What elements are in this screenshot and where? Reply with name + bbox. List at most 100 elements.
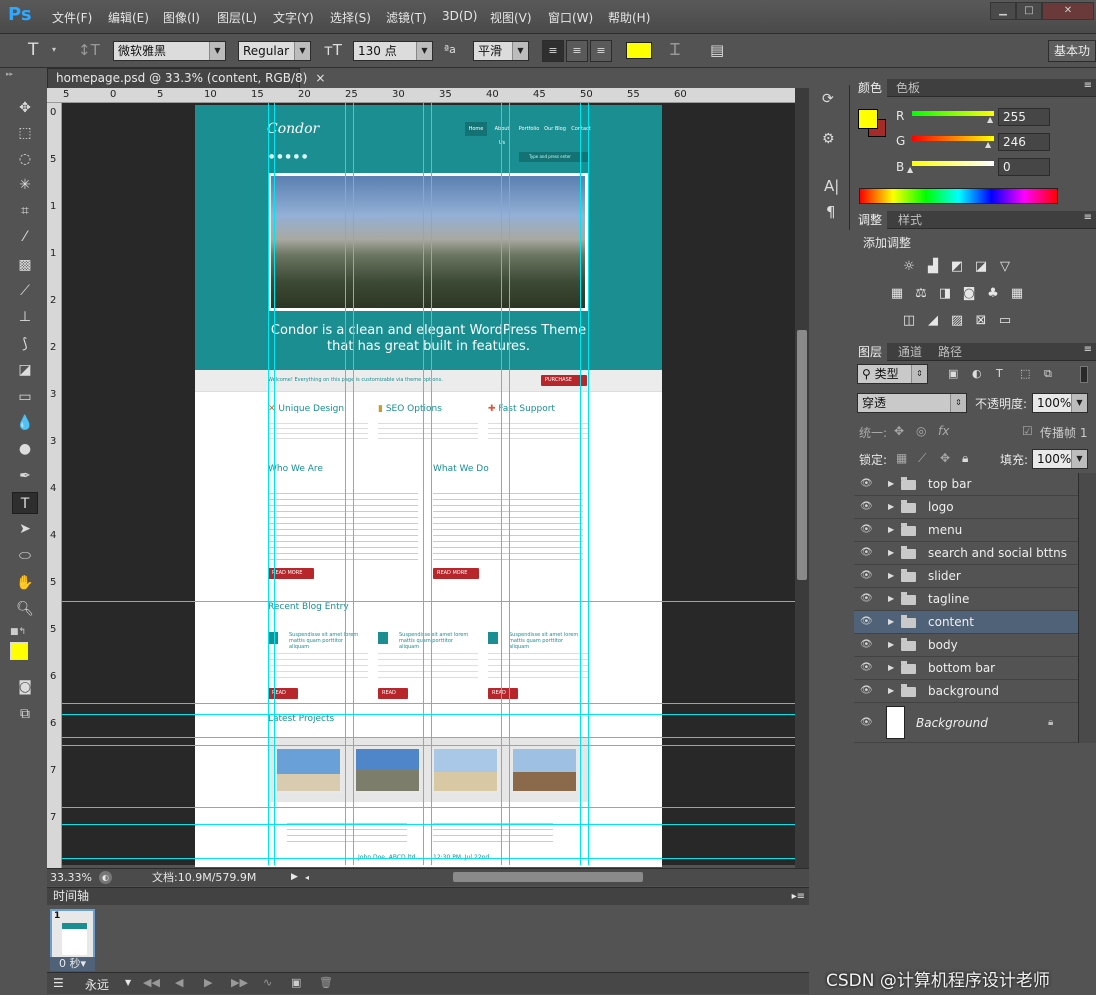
- toolbar-grip[interactable]: ▸▸: [6, 70, 46, 78]
- panel-menu-icon[interactable]: ▸≡: [792, 888, 805, 905]
- foreground-color-swatch[interactable]: [10, 642, 28, 660]
- close-button[interactable]: ✕: [1042, 2, 1094, 20]
- antialias-select[interactable]: 平滑 ▼: [473, 41, 529, 61]
- document-tab[interactable]: homepage.psd @ 33.3% (content, RGB/8) ×: [47, 68, 325, 88]
- zoom-level[interactable]: 33.33%: [50, 869, 92, 886]
- opacity-input[interactable]: 100% ▼: [1032, 393, 1088, 413]
- eye-icon[interactable]: 👁︎: [860, 496, 874, 518]
- screen-mode-icon[interactable]: ⧉: [12, 703, 38, 725]
- chevron-down-icon[interactable]: ▾: [52, 45, 56, 54]
- background-layer-row[interactable]: 👁︎ Background 🔒︎: [854, 703, 1078, 743]
- color-lookup-icon[interactable]: ▦: [1008, 286, 1026, 302]
- layer-group-row[interactable]: 👁︎ ▶ search and social bttns: [854, 542, 1078, 565]
- brush-tool-icon[interactable]: ⟋: [12, 280, 38, 302]
- filter-adjustment-icon[interactable]: ◐: [972, 367, 982, 380]
- lock-all-icon[interactable]: 🔒︎: [962, 451, 968, 466]
- filter-toggle[interactable]: [1080, 366, 1088, 383]
- eye-icon[interactable]: 👁︎: [860, 473, 874, 495]
- menu-window[interactable]: 窗口(W): [548, 9, 593, 26]
- vertical-scroll-thumb[interactable]: [797, 330, 807, 580]
- horizontal-guide[interactable]: [62, 858, 795, 859]
- horizontal-scroll-thumb[interactable]: [453, 872, 643, 882]
- vertical-guide[interactable]: [423, 103, 424, 865]
- align-left-icon[interactable]: ≡: [542, 40, 564, 62]
- unify-style-icon[interactable]: fx: [938, 424, 949, 438]
- color-balance-icon[interactable]: ⚖: [912, 286, 930, 302]
- expand-arrow-icon[interactable]: ▶: [888, 542, 894, 564]
- font-size-select[interactable]: 130 点 ▼: [353, 41, 433, 61]
- tab-channels[interactable]: 通道: [893, 343, 927, 361]
- next-frame-icon[interactable]: ▶▶: [231, 976, 248, 989]
- channel-mixer-icon[interactable]: ♣: [984, 286, 1002, 302]
- green-slider[interactable]: [912, 136, 994, 141]
- quick-mask-icon[interactable]: ◙: [12, 676, 38, 698]
- menu-3d[interactable]: 3D(D): [442, 9, 477, 23]
- scroll-left-arrow-icon[interactable]: ◂: [305, 869, 309, 886]
- posterize-icon[interactable]: ◢: [924, 313, 942, 329]
- expand-arrow-icon[interactable]: ▶: [888, 611, 894, 633]
- selective-color-icon[interactable]: ⊠: [972, 313, 990, 329]
- font-style-select[interactable]: Regular ▼: [238, 41, 311, 61]
- loop-select[interactable]: 永远: [85, 976, 109, 993]
- eye-icon[interactable]: 👁︎: [860, 634, 874, 656]
- expand-arrow-icon[interactable]: ▶: [888, 634, 894, 656]
- horizontal-guide[interactable]: [62, 807, 795, 808]
- character-panel-icon[interactable]: ▤: [710, 41, 724, 59]
- menu-edit[interactable]: 编辑(E): [108, 9, 149, 26]
- ellipse-tool-icon[interactable]: ⬭: [12, 545, 38, 567]
- delete-frame-icon[interactable]: 🗑︎: [319, 976, 333, 989]
- horizontal-guide[interactable]: [62, 824, 795, 825]
- vertical-guide[interactable]: [268, 103, 269, 865]
- vertical-guide[interactable]: [580, 103, 581, 865]
- curves-icon[interactable]: ◩: [948, 259, 966, 275]
- tab-paths[interactable]: 路径: [933, 343, 967, 361]
- type-tool-icon[interactable]: T: [12, 492, 38, 514]
- maximize-button[interactable]: □: [1016, 2, 1042, 20]
- layer-group-row-selected[interactable]: 👁︎ ▶ content: [854, 611, 1078, 634]
- tab-adjustments[interactable]: 调整: [853, 211, 888, 229]
- green-slider-handle[interactable]: ▲: [985, 140, 991, 149]
- horizontal-ruler[interactable]: 5 0 5 10 15 20 25 30 35 40 45 50 55 60: [47, 88, 809, 103]
- blur-tool-icon[interactable]: 💧: [12, 412, 38, 434]
- photo-filter-icon[interactable]: ◙: [960, 286, 978, 302]
- blue-slider[interactable]: [912, 161, 994, 166]
- invert-icon[interactable]: ◫: [900, 313, 918, 329]
- color-fg-swatch[interactable]: [858, 109, 878, 129]
- close-tab-icon[interactable]: ×: [315, 71, 325, 85]
- menu-help[interactable]: 帮助(H): [608, 9, 650, 26]
- character-panel-icon[interactable]: A|: [824, 177, 839, 195]
- gradient-tool-icon[interactable]: ▭: [12, 386, 38, 408]
- vertical-ruler[interactable]: 0 5 1 1 2 2 3 3 4 4 5 5 6 6 7 7: [47, 103, 62, 868]
- horizontal-guide[interactable]: [62, 714, 795, 715]
- layer-group-row[interactable]: 👁︎ ▶ menu: [854, 519, 1078, 542]
- history-brush-tool-icon[interactable]: ⟆: [12, 333, 38, 355]
- blue-slider-handle[interactable]: ▲: [907, 165, 913, 174]
- menu-view[interactable]: 视图(V): [490, 9, 532, 26]
- vertical-guide[interactable]: [274, 103, 275, 865]
- expand-arrow-icon[interactable]: ▶: [888, 680, 894, 702]
- animation-frame[interactable]: 1: [50, 909, 95, 959]
- blend-mode-select[interactable]: 穿透 ⇕: [857, 393, 967, 413]
- clone-stamp-tool-icon[interactable]: ⊥: [12, 306, 38, 328]
- new-frame-icon[interactable]: ▣: [291, 976, 301, 989]
- move-tool-icon[interactable]: ✥: [12, 97, 38, 119]
- text-color-swatch[interactable]: [626, 42, 652, 59]
- path-selection-tool-icon[interactable]: ➤: [12, 518, 38, 540]
- vertical-guide[interactable]: [588, 103, 589, 865]
- timeline-mode-icon[interactable]: ☰: [53, 976, 64, 990]
- zoom-tool-icon[interactable]: 🔍︎: [12, 598, 38, 620]
- tween-icon[interactable]: ∿: [263, 976, 272, 989]
- eyedropper-tool-icon[interactable]: ⁄: [12, 226, 38, 248]
- threshold-icon[interactable]: ▨: [948, 313, 966, 329]
- align-center-icon[interactable]: ≡: [566, 40, 588, 62]
- crop-tool-icon[interactable]: ⌗: [12, 200, 38, 222]
- levels-icon[interactable]: ▟: [924, 259, 942, 275]
- expand-arrow-icon[interactable]: ▶: [888, 496, 894, 518]
- expand-arrow-icon[interactable]: ▶: [888, 473, 894, 495]
- dodge-tool-icon[interactable]: ●: [12, 438, 38, 460]
- expand-arrow-icon[interactable]: ▶: [888, 657, 894, 679]
- marquee-tool-icon[interactable]: ⬚: [12, 122, 38, 144]
- eye-icon[interactable]: 👁︎: [860, 703, 874, 743]
- vertical-guide[interactable]: [509, 103, 510, 865]
- unify-visibility-icon[interactable]: ◎: [916, 424, 926, 438]
